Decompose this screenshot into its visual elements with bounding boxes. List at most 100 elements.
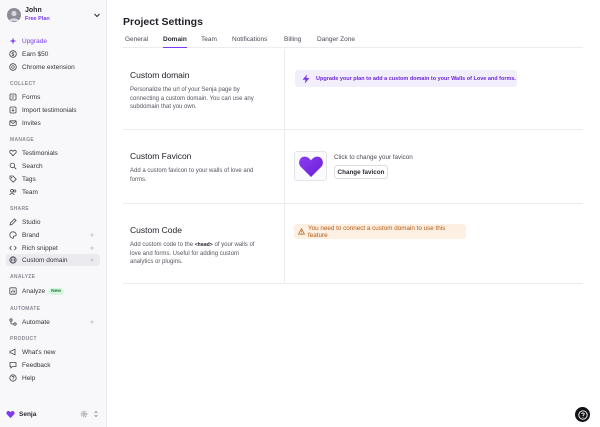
sidebar-item-label: Search bbox=[22, 162, 43, 170]
upgrade-notice-text: Upgrade your plan to add a custom domain… bbox=[316, 75, 516, 82]
sidebar-item-upgrade[interactable]: Upgrade bbox=[6, 35, 100, 47]
custom-domain-info: Custom domain Personalize the url of you… bbox=[130, 70, 260, 112]
section-title: Custom Favicon bbox=[130, 151, 192, 161]
sidebar-item-label: Rich snippet bbox=[22, 244, 58, 252]
sidebar-item-automate[interactable]: Automate bbox=[6, 316, 100, 328]
sidebar-item-testimonials[interactable]: Testimonials bbox=[6, 147, 100, 159]
settings-tabs: General Domain Team Notifications Billin… bbox=[123, 33, 583, 48]
help-icon bbox=[9, 374, 17, 382]
import-icon bbox=[9, 106, 17, 114]
chrome-icon bbox=[9, 63, 17, 71]
divider bbox=[284, 130, 285, 203]
sparkle-icon bbox=[89, 245, 95, 251]
sidebar-item-whats-new[interactable]: What's new bbox=[6, 346, 100, 358]
pen-icon bbox=[9, 218, 17, 226]
question-icon bbox=[577, 409, 588, 420]
section-product: PRODUCT bbox=[10, 336, 37, 342]
sidebar-item-forms[interactable]: Forms bbox=[6, 91, 100, 103]
sidebar-item-rich-snippet[interactable]: Rich snippet bbox=[6, 242, 100, 254]
section-analyze: ANALYZE bbox=[10, 274, 36, 280]
heart-favicon-icon bbox=[298, 156, 323, 177]
custom-code-info: Custom Code Add custom code to the <head… bbox=[130, 225, 260, 267]
section-collect: COLLECT bbox=[10, 81, 36, 87]
mail-icon bbox=[9, 120, 17, 126]
sparkle-icon bbox=[89, 319, 95, 325]
change-favicon-button[interactable]: Change favicon bbox=[334, 165, 388, 179]
sidebar-item-invites[interactable]: Invites bbox=[6, 117, 100, 129]
sidebar-item-label: Team bbox=[22, 188, 38, 196]
description-before: Add custom code to the bbox=[130, 242, 194, 248]
sidebar-item-label: Testimonials bbox=[22, 149, 58, 157]
sidebar-item-label: Custom domain bbox=[22, 256, 68, 264]
custom-favicon-info: Custom Favicon Add a custom favicon to y… bbox=[130, 151, 260, 184]
tab-notifications[interactable]: Notifications bbox=[232, 36, 267, 47]
tab-danger-zone[interactable]: Danger Zone bbox=[317, 36, 355, 47]
favicon-preview[interactable] bbox=[294, 151, 327, 181]
tag-icon bbox=[9, 175, 17, 183]
sparkle-icon bbox=[89, 232, 95, 238]
sidebar-item-feedback[interactable]: Feedback bbox=[6, 359, 100, 371]
sidebar-item-label: Upgrade bbox=[22, 37, 47, 45]
project-switcher[interactable]: Senja bbox=[6, 408, 100, 420]
chevron-updown-icon[interactable] bbox=[92, 410, 100, 418]
sidebar-item-team[interactable]: Team bbox=[6, 186, 100, 198]
gear-icon[interactable] bbox=[80, 410, 88, 418]
tab-domain[interactable]: Domain bbox=[163, 36, 187, 48]
automate-icon bbox=[9, 318, 17, 326]
custom-domain-warning: You need to connect a custom domain to u… bbox=[294, 224, 466, 239]
section-description: Add a custom favicon to your walls of lo… bbox=[130, 168, 254, 183]
new-badge: New bbox=[48, 287, 64, 295]
divider bbox=[284, 49, 285, 129]
tab-team[interactable]: Team bbox=[201, 36, 217, 47]
chevron-down-icon[interactable] bbox=[93, 11, 101, 19]
tab-general[interactable]: General bbox=[125, 36, 148, 47]
sidebar-item-label: Import testimonials bbox=[22, 106, 77, 114]
sidebar-item-studio[interactable]: Studio bbox=[6, 216, 100, 228]
sidebar-item-label: Chrome extension bbox=[22, 63, 75, 71]
sidebar-item-label: Analyze bbox=[22, 287, 46, 295]
section-title: Custom domain bbox=[130, 70, 190, 80]
sidebar-item-brand[interactable]: Brand bbox=[6, 229, 100, 241]
user-plan: Free Plan bbox=[25, 16, 50, 22]
megaphone-icon bbox=[9, 348, 16, 356]
custom-code-section: Custom Code Add custom code to the <head… bbox=[123, 204, 583, 284]
sidebar-item-analyze[interactable]: Analyze New bbox=[6, 285, 100, 297]
sidebar-item-label: Help bbox=[22, 374, 36, 382]
section-description: Personalize the url of your Senja page b… bbox=[130, 87, 254, 110]
sidebar-item-earn[interactable]: Earn $50 bbox=[6, 48, 100, 60]
sidebar-item-label: Automate bbox=[22, 318, 50, 326]
user-menu[interactable]: John Free Plan bbox=[7, 6, 101, 24]
sidebar-item-label: Feedback bbox=[22, 361, 51, 369]
sidebar-item-tags[interactable]: Tags bbox=[6, 173, 100, 185]
tab-billing[interactable]: Billing bbox=[284, 36, 301, 47]
sidebar: John Free Plan Upgrade Earn $50 Chrome e… bbox=[0, 0, 107, 427]
sidebar-item-label: Invites bbox=[22, 119, 41, 127]
sidebar-item-help[interactable]: Help bbox=[6, 372, 100, 384]
divider bbox=[284, 204, 285, 283]
sidebar-item-import-testimonials[interactable]: Import testimonials bbox=[6, 104, 100, 116]
sidebar-item-label: Earn $50 bbox=[22, 50, 49, 58]
section-description: Add custom code to the <head> of your wa… bbox=[130, 241, 260, 267]
warning-icon bbox=[298, 228, 305, 235]
sidebar-item-custom-domain[interactable]: Custom domain bbox=[6, 254, 100, 266]
sidebar-item-label: Brand bbox=[22, 231, 40, 239]
user-name: John bbox=[25, 7, 42, 14]
senja-logo-icon bbox=[6, 410, 15, 418]
section-title: Custom Code bbox=[130, 225, 182, 235]
sidebar-item-search[interactable]: Search bbox=[6, 160, 100, 172]
page-title: Project Settings bbox=[123, 16, 203, 28]
team-icon bbox=[9, 188, 17, 196]
sidebar-item-label: Forms bbox=[22, 93, 41, 101]
upgrade-notice[interactable]: Upgrade your plan to add a custom domain… bbox=[295, 70, 517, 87]
sparkles-icon bbox=[9, 37, 17, 45]
chart-icon bbox=[9, 287, 17, 295]
sidebar-item-chrome-extension[interactable]: Chrome extension bbox=[6, 61, 100, 73]
chat-icon bbox=[9, 362, 17, 369]
heart-icon bbox=[9, 149, 17, 157]
avatar bbox=[7, 8, 21, 22]
search-icon bbox=[9, 162, 17, 170]
dollar-icon bbox=[9, 50, 17, 58]
project-name: Senja bbox=[19, 410, 37, 418]
help-chat-button[interactable] bbox=[575, 407, 590, 422]
head-tag: <head> bbox=[194, 242, 213, 248]
